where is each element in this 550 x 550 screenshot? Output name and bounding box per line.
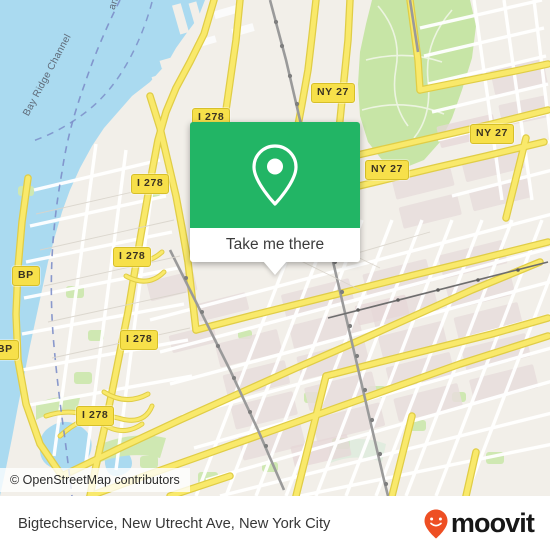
- take-me-there-button[interactable]: Take me there: [190, 228, 360, 262]
- moovit-pin-icon: [424, 509, 448, 538]
- map-canvas[interactable]: Bay Ridge Channel annel I 278 I 278 I 27…: [0, 0, 550, 496]
- moovit-logo[interactable]: moovit: [423, 508, 535, 540]
- place-title: Bigtechservice, New Utrecht Ave, New Yor…: [18, 515, 331, 532]
- popup-pointer: [263, 261, 287, 275]
- take-me-there-label: Take me there: [225, 236, 325, 253]
- road-shield-ny27-1: NY 27: [311, 83, 355, 103]
- road-shield-i278-3: I 278: [113, 247, 152, 267]
- place-popup-card[interactable]: Take me there: [190, 122, 360, 275]
- road-shield-ny27-2: NY 27: [365, 160, 409, 180]
- road-shield-i278-5: I 278: [76, 406, 115, 426]
- road-shield-i278-2: I 278: [131, 174, 170, 194]
- map-attribution-text: © OpenStreetMap contributors: [10, 473, 180, 487]
- popup-image-area: [190, 122, 360, 228]
- moovit-map-page: Bay Ridge Channel annel I 278 I 278 I 27…: [0, 0, 550, 550]
- road-shield-bp-1: BP: [12, 266, 40, 286]
- location-pin-icon: [252, 144, 298, 206]
- map-attribution[interactable]: © OpenStreetMap contributors: [0, 468, 190, 492]
- road-shield-bp-2: BP: [0, 340, 19, 360]
- moovit-wordmark: moovit: [450, 508, 535, 538]
- road-shield-i278-4: I 278: [120, 330, 159, 350]
- footer-bar: Bigtechservice, New Utrecht Ave, New Yor…: [0, 496, 550, 550]
- road-shield-ny27-3: NY 27: [470, 124, 514, 144]
